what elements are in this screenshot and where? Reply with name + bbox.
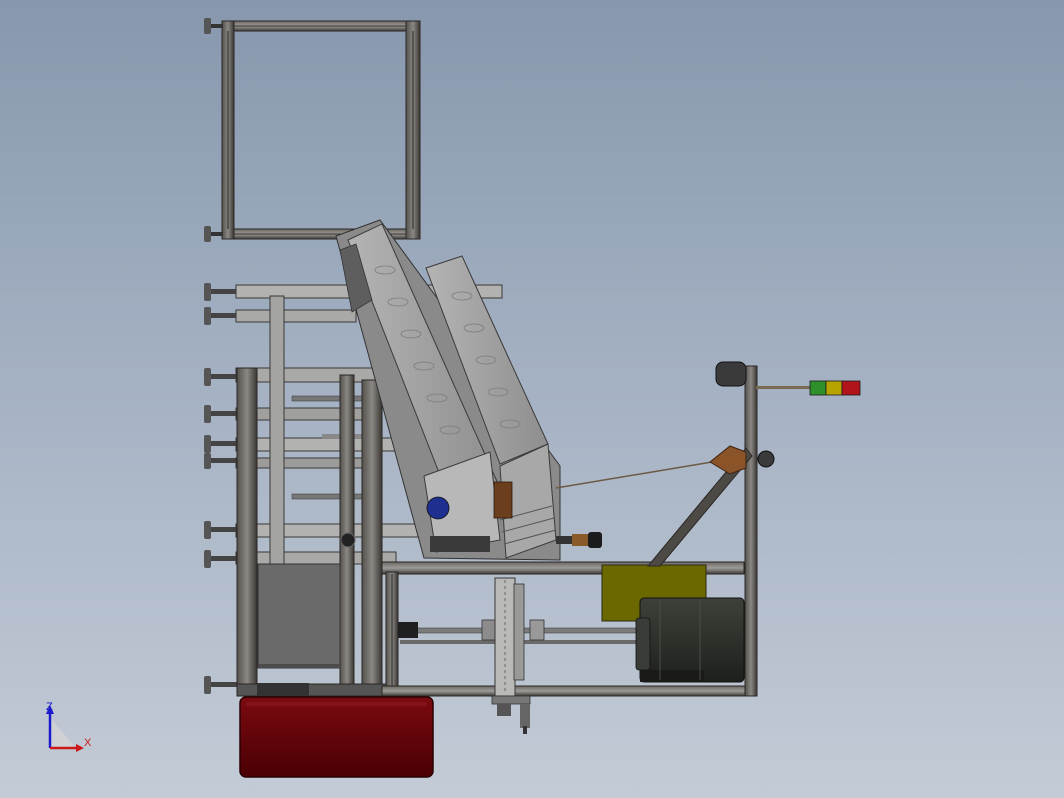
red-collection-bin[interactable]	[239, 696, 434, 778]
foot-4	[204, 307, 237, 325]
machine-assembly-view: Z X	[46, 18, 861, 778]
foot-11	[204, 676, 237, 694]
cabinet-panel	[257, 563, 341, 669]
foot-3	[204, 283, 237, 301]
signal-green	[809, 380, 827, 396]
foot-1	[204, 18, 223, 34]
drive-motor[interactable]	[635, 597, 745, 683]
coordinate-triad: Z X	[46, 701, 92, 752]
foot-8	[204, 453, 237, 469]
foot-6	[204, 405, 237, 423]
conveyor-handle[interactable]	[556, 532, 602, 548]
vertical-slide[interactable]	[491, 577, 531, 734]
z-axis-label: Z	[46, 701, 53, 713]
foot-10	[204, 550, 237, 568]
foot-5	[204, 368, 237, 386]
top-square-frame[interactable]	[221, 20, 421, 240]
foot-7	[204, 435, 237, 453]
signal-yellow	[825, 380, 843, 396]
blue-part	[426, 496, 450, 520]
signal-red	[841, 380, 861, 396]
signal-tower-light[interactable]	[809, 380, 861, 396]
foot-9	[204, 521, 237, 539]
x-axis-label: X	[84, 737, 92, 749]
cad-viewport[interactable]: Z X	[0, 0, 1064, 798]
foot-2	[204, 226, 223, 242]
